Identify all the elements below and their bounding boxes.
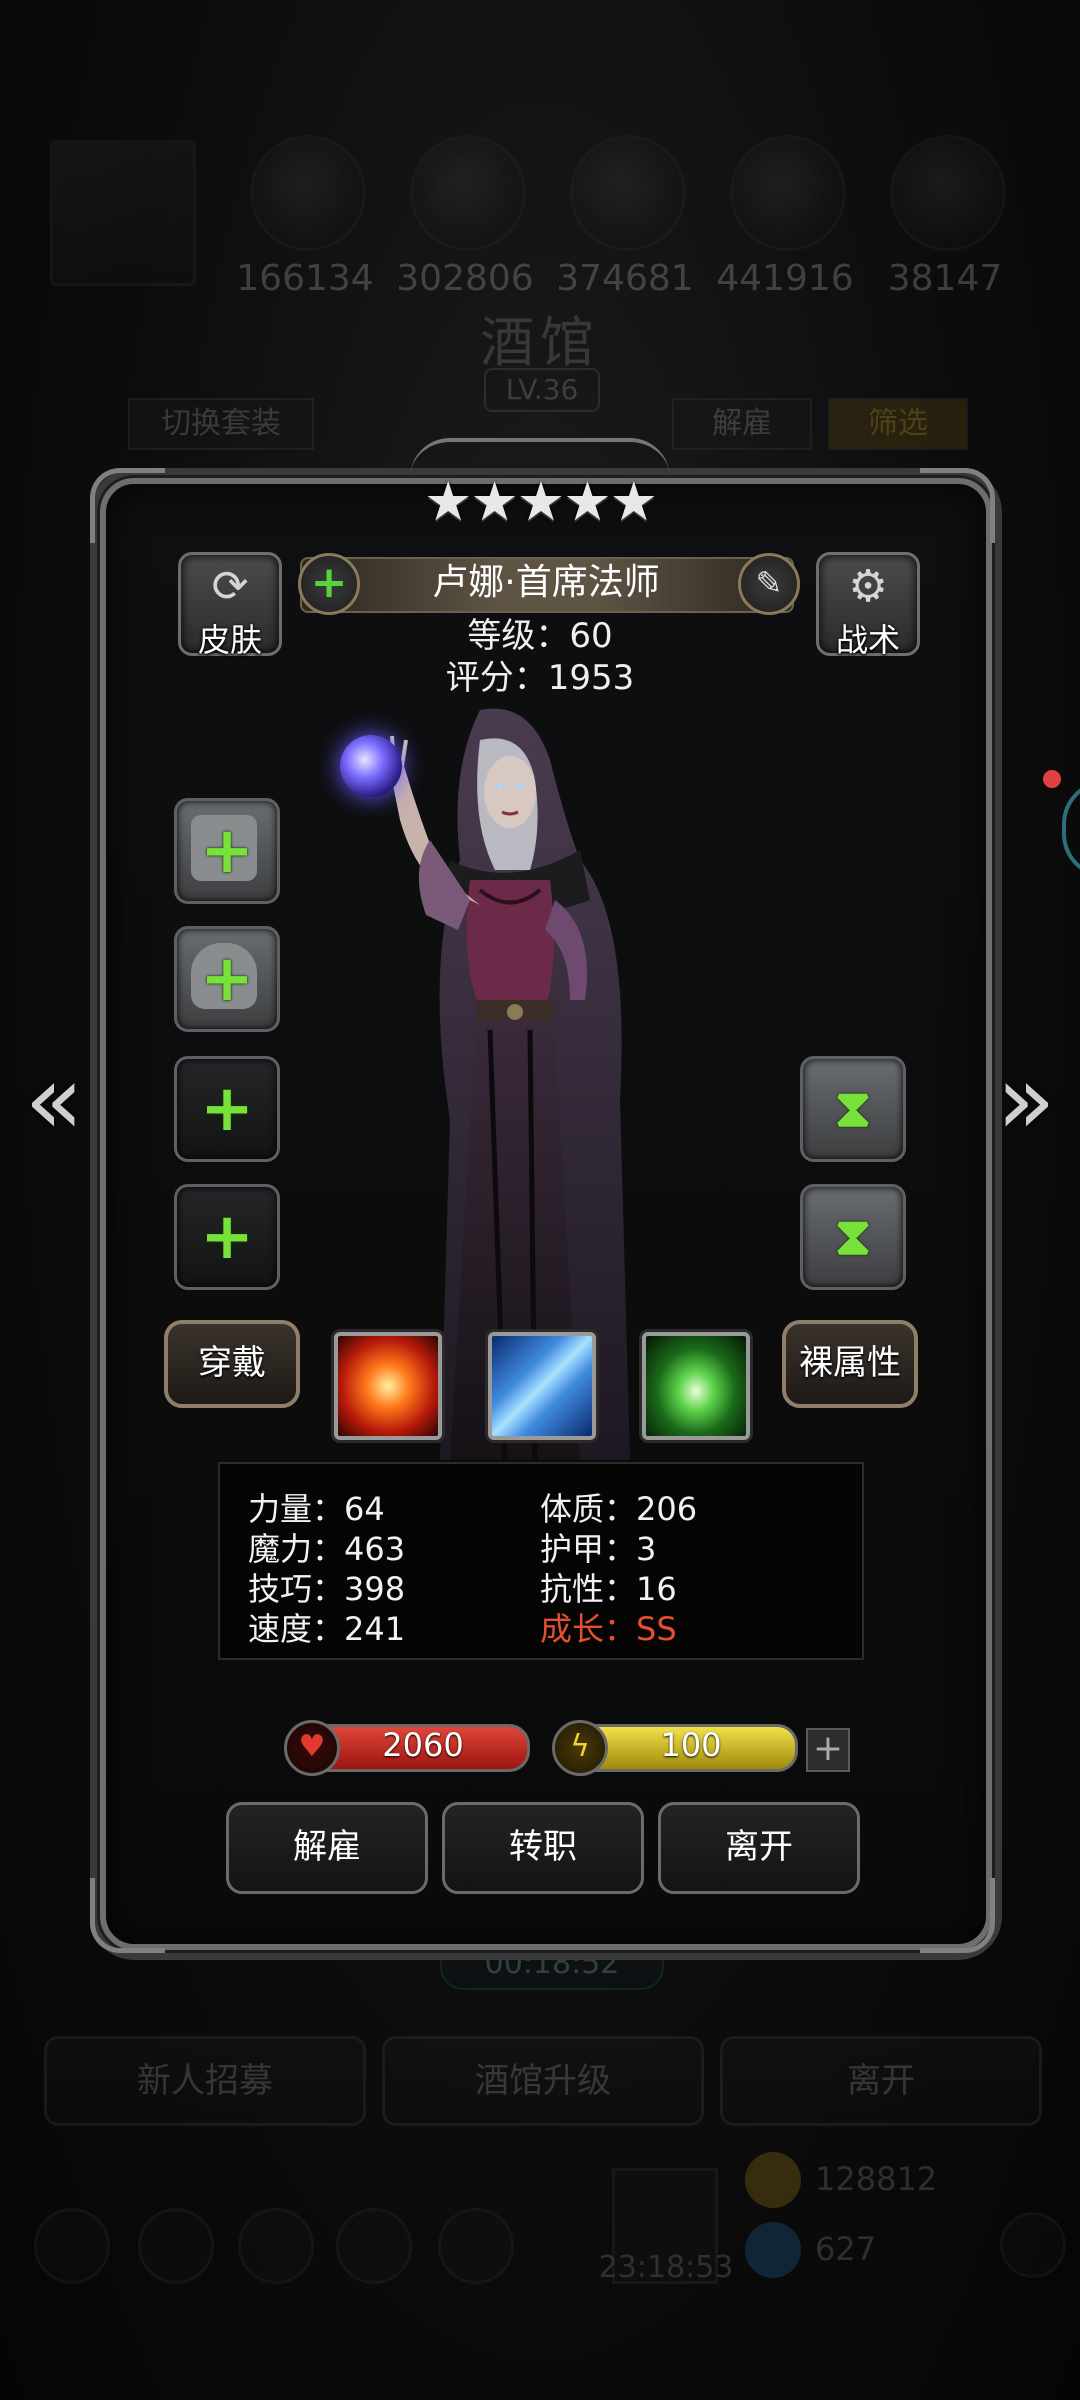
hp-value: 2060 <box>382 1726 464 1764</box>
stat-speed: 速度：241 <box>248 1610 406 1648</box>
tab-filter[interactable]: 筛选 <box>828 398 968 450</box>
resource-icon <box>890 135 1006 251</box>
edit-pencil-icon[interactable]: ✎ <box>738 553 800 615</box>
frame-corner <box>920 1878 995 1953</box>
resource-value: 166134 <box>236 258 374 299</box>
resource-icon <box>410 135 526 251</box>
gem-icon <box>745 2222 801 2278</box>
plus-icon: + <box>200 1200 254 1274</box>
gold-amount: 128812 <box>815 2160 938 2198</box>
resource-icon <box>250 135 366 251</box>
gear-icon: ⚙ <box>848 561 888 612</box>
fire-skill-icon[interactable] <box>334 1332 442 1440</box>
resource-value: 38147 <box>887 258 1003 299</box>
star-rating: ★★★★★ <box>423 470 658 533</box>
recruit-button[interactable]: 新人招募 <box>44 2036 366 2126</box>
resource-value: 374681 <box>556 258 694 299</box>
level-badge: LV.36 <box>484 368 600 412</box>
plus-icon: + <box>200 1072 254 1146</box>
frame-corner <box>90 1878 165 1953</box>
accessory-slot[interactable]: + <box>174 1056 280 1162</box>
shirt-swap-icon: ⟳ <box>211 561 249 612</box>
menu-icon[interactable] <box>336 2208 412 2284</box>
rune-slot[interactable]: ⧗ <box>800 1056 906 1162</box>
prev-hero-arrow-icon[interactable]: « <box>14 1050 94 1150</box>
stat-growth: 成长：SS <box>540 1610 677 1648</box>
armor-slot[interactable]: + <box>174 926 280 1032</box>
energy-value: 100 <box>660 1726 722 1764</box>
hero-score: 评分：1953 <box>445 658 635 698</box>
leave-tavern-button[interactable]: 离开 <box>720 2036 1042 2126</box>
gem-amount: 627 <box>815 2230 877 2268</box>
add-energy-button[interactable]: + <box>806 1728 850 1772</box>
screen-title: 酒馆 <box>480 311 600 374</box>
transfer-class-button[interactable]: 转职 <box>442 1802 644 1894</box>
resource-value: 441916 <box>716 258 854 299</box>
hourglass-icon: ⧗ <box>834 1079 872 1139</box>
base-attributes-button[interactable]: 裸属性 <box>782 1320 918 1408</box>
gift-timer: 23:18:53 <box>598 2250 734 2285</box>
hourglass-icon: ⧗ <box>834 1207 872 1267</box>
menu-icon[interactable] <box>238 2208 314 2284</box>
nature-skill-icon[interactable] <box>642 1332 750 1440</box>
accessory-slot[interactable]: + <box>174 1184 280 1290</box>
plus-icon: + <box>200 814 254 888</box>
resource-value: 302806 <box>396 258 534 299</box>
plus-icon[interactable]: + <box>298 553 360 615</box>
ice-skill-icon[interactable] <box>488 1332 596 1440</box>
notification-dot <box>1043 770 1061 788</box>
player-avatar <box>50 140 196 286</box>
upgrade-tavern-button[interactable]: 酒馆升级 <box>382 2036 704 2126</box>
weapon-slot[interactable]: + <box>174 798 280 904</box>
tab-dismiss[interactable]: 解雇 <box>672 398 812 450</box>
plus-icon: + <box>200 942 254 1016</box>
leave-button[interactable]: 离开 <box>658 1802 860 1894</box>
menu-icon[interactable] <box>34 2208 110 2284</box>
menu-icon[interactable] <box>138 2208 214 2284</box>
dismiss-button[interactable]: 解雇 <box>226 1802 428 1894</box>
next-hero-arrow-icon[interactable]: » <box>986 1050 1066 1150</box>
resource-icon <box>570 135 686 251</box>
tab-switch-outfit[interactable]: 切换套装 <box>128 398 314 450</box>
add-icon[interactable] <box>1000 2212 1066 2278</box>
gold-coin-icon <box>745 2152 801 2208</box>
magic-orb-icon <box>340 735 402 797</box>
rune-slot[interactable]: ⧗ <box>800 1184 906 1290</box>
resource-icon <box>730 135 846 251</box>
menu-icon[interactable] <box>438 2208 514 2284</box>
equip-button[interactable]: 穿戴 <box>164 1320 300 1408</box>
hero-name: 卢娜·首席法师 <box>432 562 660 603</box>
